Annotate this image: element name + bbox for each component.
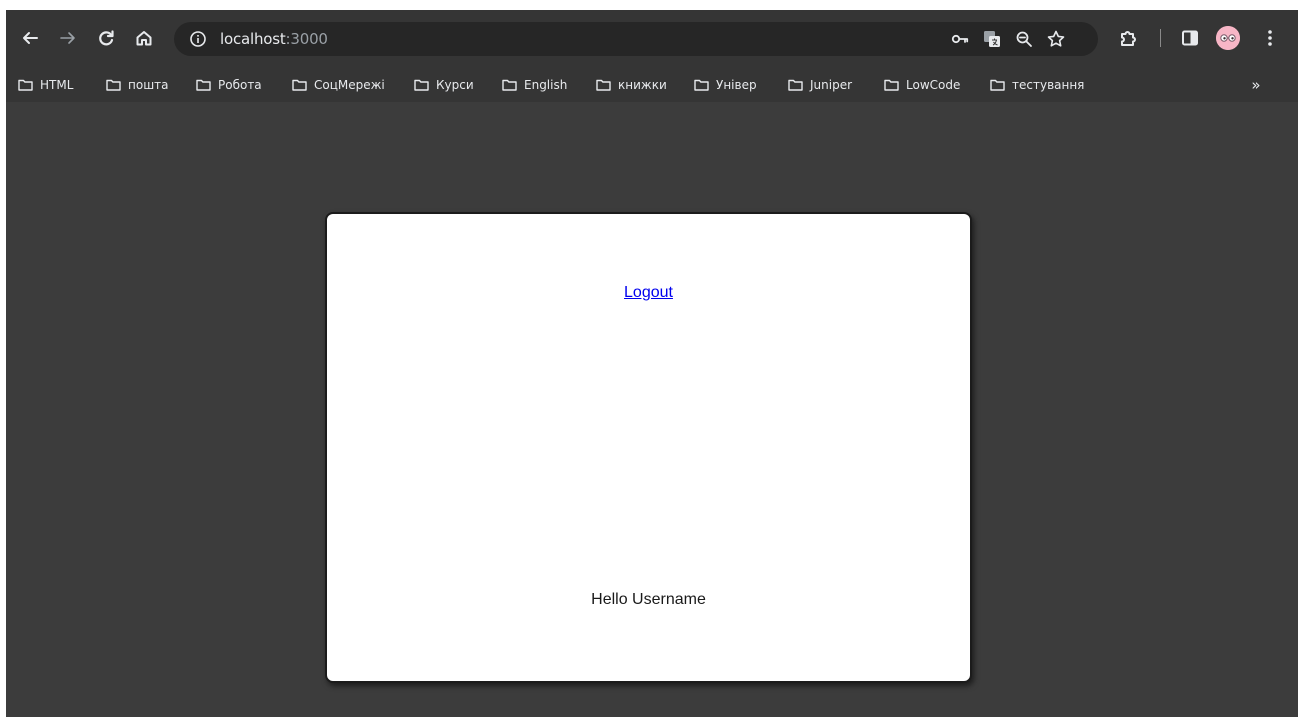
logout-link[interactable]: Logout bbox=[624, 284, 673, 301]
bookmark-folder-lowcode[interactable]: LowCode bbox=[884, 75, 960, 95]
reload-icon[interactable] bbox=[94, 26, 118, 50]
kebab-menu-icon[interactable] bbox=[1258, 26, 1282, 50]
bookmark-label: English bbox=[524, 78, 568, 92]
folder-icon bbox=[596, 79, 611, 91]
address-bar[interactable]: localhost:3000 bbox=[174, 22, 1098, 56]
folder-icon bbox=[990, 79, 1005, 91]
bookmark-label: Курси bbox=[436, 78, 474, 92]
bookmarks-bar: HTML пошта Робота СоцМережі Курси Englis… bbox=[6, 67, 1298, 102]
page-content: Logout Hello Username bbox=[6, 102, 1298, 717]
info-icon[interactable] bbox=[188, 29, 208, 49]
url-text[interactable]: localhost:3000 bbox=[220, 30, 328, 48]
bookmark-folder-html[interactable]: HTML bbox=[18, 75, 73, 95]
folder-icon bbox=[414, 79, 429, 91]
folder-icon bbox=[292, 79, 307, 91]
bookmark-label: HTML bbox=[40, 78, 74, 92]
bookmark-label: Універ bbox=[716, 78, 757, 92]
bookmark-folder-juniper[interactable]: Juniper bbox=[788, 75, 852, 95]
user-card: Logout Hello Username bbox=[325, 212, 972, 683]
bookmark-folder-kursy[interactable]: Курси bbox=[414, 75, 474, 95]
folder-icon bbox=[694, 79, 709, 91]
folder-icon bbox=[18, 79, 33, 91]
logout-row: Logout bbox=[327, 284, 970, 302]
bookmark-folder-knyzhky[interactable]: книжки bbox=[596, 75, 667, 95]
url-port: :3000 bbox=[285, 30, 328, 48]
browser-toolbar: localhost:3000 bbox=[6, 10, 1298, 67]
toolbar-divider bbox=[1160, 29, 1161, 47]
folder-icon bbox=[788, 79, 803, 91]
bookmark-folder-socmerezhi[interactable]: СоцМережі bbox=[292, 75, 385, 95]
bookmark-label: СоцМережі bbox=[314, 78, 385, 92]
bookmark-folder-robota[interactable]: Робота bbox=[196, 75, 262, 95]
translate-icon[interactable] bbox=[982, 29, 1002, 49]
puzzle-icon[interactable] bbox=[1116, 26, 1140, 50]
url-host: localhost bbox=[220, 30, 286, 48]
bookmark-label: пошта bbox=[128, 78, 169, 92]
folder-icon bbox=[196, 79, 211, 91]
bookmark-label: LowCode bbox=[906, 78, 961, 92]
avatar-icon[interactable] bbox=[1216, 26, 1240, 50]
bookmarks-overflow-button[interactable]: » bbox=[1246, 75, 1266, 95]
bookmark-folder-univer[interactable]: Універ bbox=[694, 75, 757, 95]
greeting-text: Hello Username bbox=[591, 591, 706, 608]
browser-window: localhost:3000 HTML пошта Робота СоцМере… bbox=[6, 10, 1298, 717]
side-panel-icon[interactable] bbox=[1178, 26, 1202, 50]
home-icon[interactable] bbox=[132, 26, 156, 50]
bookmark-folder-poshta[interactable]: пошта bbox=[106, 75, 169, 95]
bookmark-folder-testuvannia[interactable]: тестування bbox=[990, 75, 1084, 95]
forward-icon[interactable] bbox=[56, 26, 80, 50]
folder-icon bbox=[106, 79, 121, 91]
bookmark-label: Робота bbox=[218, 78, 262, 92]
star-icon[interactable] bbox=[1046, 29, 1066, 49]
back-icon[interactable] bbox=[18, 26, 42, 50]
zoom-out-icon[interactable] bbox=[1014, 29, 1034, 49]
bookmark-folder-english[interactable]: English bbox=[502, 75, 567, 95]
folder-icon bbox=[884, 79, 899, 91]
key-icon[interactable] bbox=[950, 29, 970, 49]
bookmark-label: тестування bbox=[1012, 78, 1085, 92]
bookmark-label: книжки bbox=[618, 78, 667, 92]
bookmark-label: Juniper bbox=[810, 78, 853, 92]
folder-icon bbox=[502, 79, 517, 91]
